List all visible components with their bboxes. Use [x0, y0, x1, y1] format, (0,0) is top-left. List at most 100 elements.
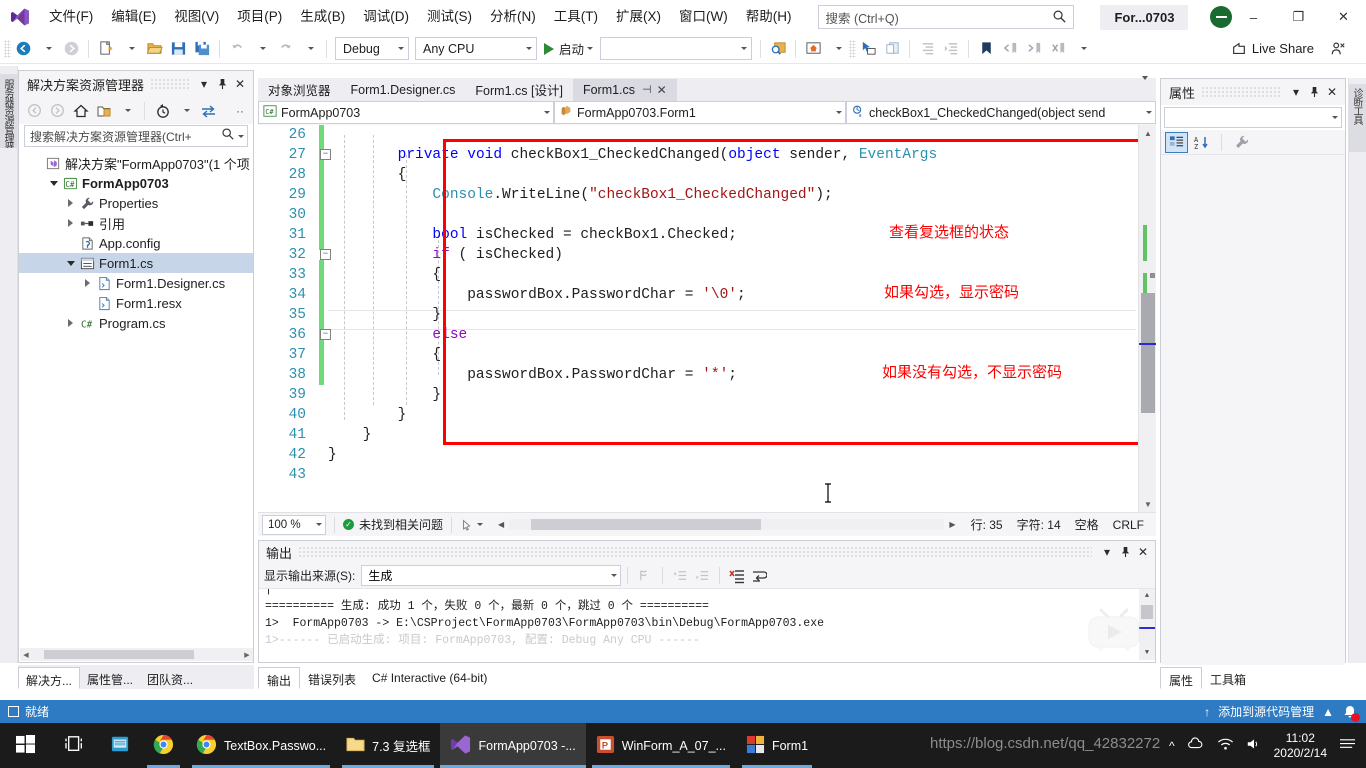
code-line[interactable]: 32− if ( isChecked) — [258, 245, 1156, 265]
taskbar-item-visual-studio[interactable]: FormApp0703 -... — [440, 723, 587, 768]
toolbar-overflow-icon[interactable] — [1070, 37, 1094, 61]
editor-horizontal-scrollbar[interactable]: ◀ ▶ — [493, 517, 961, 532]
menu-test[interactable]: 测试(S) — [418, 4, 481, 30]
solution-configuration-combo[interactable]: Debug — [335, 37, 409, 60]
code-line[interactable]: 41 } — [258, 425, 1156, 445]
chevron-down-icon[interactable] — [1332, 116, 1338, 119]
onedrive-icon[interactable] — [1187, 737, 1205, 754]
code-line[interactable]: 42} — [258, 445, 1156, 465]
scroll-thumb[interactable] — [531, 519, 762, 530]
left-bottom-tab[interactable]: 解决方... — [18, 667, 81, 689]
code-line[interactable]: 33 { — [258, 265, 1156, 285]
toolbar-grip[interactable] — [4, 39, 11, 58]
tray-expand-chevron-up-icon[interactable]: ^ — [1169, 739, 1175, 753]
right-bottom-tab[interactable]: 工具箱 — [1202, 667, 1254, 689]
panel-drag-dots[interactable] — [1201, 87, 1281, 97]
task-view-button[interactable] — [51, 723, 99, 768]
diagnostic-tools-tab[interactable]: 诊断工具 — [1349, 84, 1366, 152]
chevron-down-icon[interactable] — [836, 111, 842, 114]
action-center-icon[interactable] — [1339, 737, 1356, 755]
code-line[interactable]: 26 — [258, 125, 1156, 145]
go-to-next-message-icon[interactable] — [691, 565, 713, 586]
code-line[interactable]: 28 { — [258, 165, 1156, 185]
navbar-member-combo[interactable]: a checkBox1_CheckedChanged(object send — [846, 101, 1156, 124]
clear-bookmarks-icon[interactable] — [1046, 37, 1070, 61]
solution-explorer-toolbar-overflow[interactable]: ·· — [236, 104, 248, 118]
left-bottom-tab[interactable]: 属性管... — [80, 667, 140, 689]
scroll-up-icon[interactable]: ▲ — [1139, 589, 1155, 603]
menu-extensions[interactable]: 扩展(X) — [607, 4, 670, 30]
line-ending-label[interactable]: CRLF — [1113, 518, 1144, 532]
redo-icon[interactable] — [273, 37, 297, 61]
chevron-right-icon[interactable] — [63, 219, 78, 227]
find-in-files-icon[interactable] — [766, 37, 790, 61]
tree-item[interactable]: 解决方案"FormApp0703"(1 个项 — [19, 153, 253, 173]
toolbar-grip-2[interactable] — [849, 39, 857, 58]
editor-tab[interactable]: Form1.Designer.cs — [341, 79, 466, 101]
server-explorer-tab[interactable]: 服务器资源管理器 — [0, 74, 17, 148]
solution-explorer-search-input[interactable]: 搜索解决方案资源管理器(Ctrl+ — [24, 125, 248, 147]
code-line[interactable]: 40 } — [258, 405, 1156, 425]
toolbox-pointer-icon[interactable] — [856, 37, 880, 61]
menu-window[interactable]: 窗口(W) — [670, 4, 737, 30]
volume-icon[interactable] — [1246, 737, 1262, 754]
pending-changes-dropdown[interactable] — [175, 100, 196, 121]
chevron-down-icon[interactable] — [544, 111, 550, 114]
decrease-indent-icon[interactable] — [915, 37, 939, 61]
code-line[interactable]: 29 Console.WriteLine("checkBox1_CheckedC… — [258, 185, 1156, 205]
output-bottom-tab[interactable]: 输出 — [258, 667, 301, 689]
notifications-button[interactable] — [1342, 704, 1360, 722]
output-bottom-tab[interactable]: 错误列表 — [300, 667, 364, 689]
scroll-thumb[interactable] — [44, 650, 194, 659]
scroll-up-icon[interactable]: ▲ — [1139, 125, 1156, 141]
account-avatar[interactable] — [1210, 6, 1233, 28]
new-project-dropdown[interactable] — [118, 37, 142, 61]
code-line[interactable]: 34 passwordBox.PasswordChar = '\0'; — [258, 285, 1156, 305]
solution-platform-combo[interactable]: Any CPU — [415, 37, 537, 60]
panel-pin-icon[interactable] — [213, 74, 231, 94]
properties-object-combo[interactable] — [1164, 107, 1342, 128]
new-project-icon[interactable] — [94, 37, 118, 61]
chevron-right-icon[interactable] — [80, 279, 95, 287]
tree-item[interactable]: Properties — [19, 193, 253, 213]
chevron-up-icon[interactable]: ▲ — [1322, 705, 1334, 719]
back-icon[interactable] — [24, 100, 45, 121]
properties-grid[interactable] — [1161, 155, 1345, 665]
menu-analyze[interactable]: 分析(N) — [481, 4, 545, 30]
code-line[interactable]: 27− private void checkBox1_CheckedChange… — [258, 145, 1156, 165]
scroll-thumb[interactable] — [1141, 293, 1155, 413]
scroll-track[interactable] — [509, 519, 945, 530]
redo-dropdown[interactable] — [297, 37, 321, 61]
tree-item[interactable]: 引用 — [19, 213, 253, 233]
taskbar-item-powerpoint[interactable]: P WinForm_A_07_... — [586, 723, 736, 768]
tree-item[interactable]: C# Program.cs — [19, 313, 253, 333]
search-options-chevron-down-icon[interactable] — [238, 134, 244, 138]
code-line[interactable]: 31 bool isChecked = checkBox1.Checked; — [258, 225, 1156, 245]
navbar-project-combo[interactable]: C# FormApp0703 — [258, 101, 554, 124]
output-bottom-tab[interactable]: C# Interactive (64-bit) — [364, 667, 495, 689]
chevron-down-icon[interactable] — [316, 523, 322, 526]
navigate-back-dropdown[interactable] — [35, 37, 59, 61]
code-line[interactable]: 30 — [258, 205, 1156, 225]
scroll-down-icon[interactable]: ▼ — [1139, 496, 1156, 512]
close-button[interactable]: ✕ — [1321, 0, 1366, 34]
tree-item[interactable]: Form1.cs — [19, 253, 253, 273]
tree-item[interactable]: C# FormApp0703 — [19, 173, 253, 193]
code-text[interactable]: 26 27− private void checkBox1_CheckedChan… — [258, 125, 1156, 485]
feedback-icon[interactable] — [1326, 37, 1350, 61]
panel-close-icon[interactable]: ✕ — [231, 74, 249, 94]
chevron-down-icon[interactable] — [611, 574, 618, 577]
comment-icon[interactable] — [880, 37, 904, 61]
panel-drag-dots[interactable] — [150, 79, 189, 89]
taskbar-clock[interactable]: 11:02 2020/2/14 — [1274, 731, 1327, 761]
issue-navigation-control[interactable] — [460, 518, 484, 532]
wifi-icon[interactable] — [1217, 737, 1234, 754]
chevron-right-icon[interactable] — [63, 199, 78, 207]
scroll-left-icon[interactable]: ◀ — [493, 520, 509, 529]
code-editor[interactable]: 26 27− private void checkBox1_CheckedChan… — [258, 125, 1156, 512]
right-bottom-tab[interactable]: 属性 — [1160, 667, 1203, 689]
navbar-type-combo[interactable]: FormApp0703.Form1 — [554, 101, 846, 124]
scroll-right-icon[interactable]: ▶ — [944, 520, 960, 529]
left-bottom-tab[interactable]: 团队资... — [140, 667, 200, 689]
panel-drag-dots[interactable] — [298, 547, 1092, 557]
